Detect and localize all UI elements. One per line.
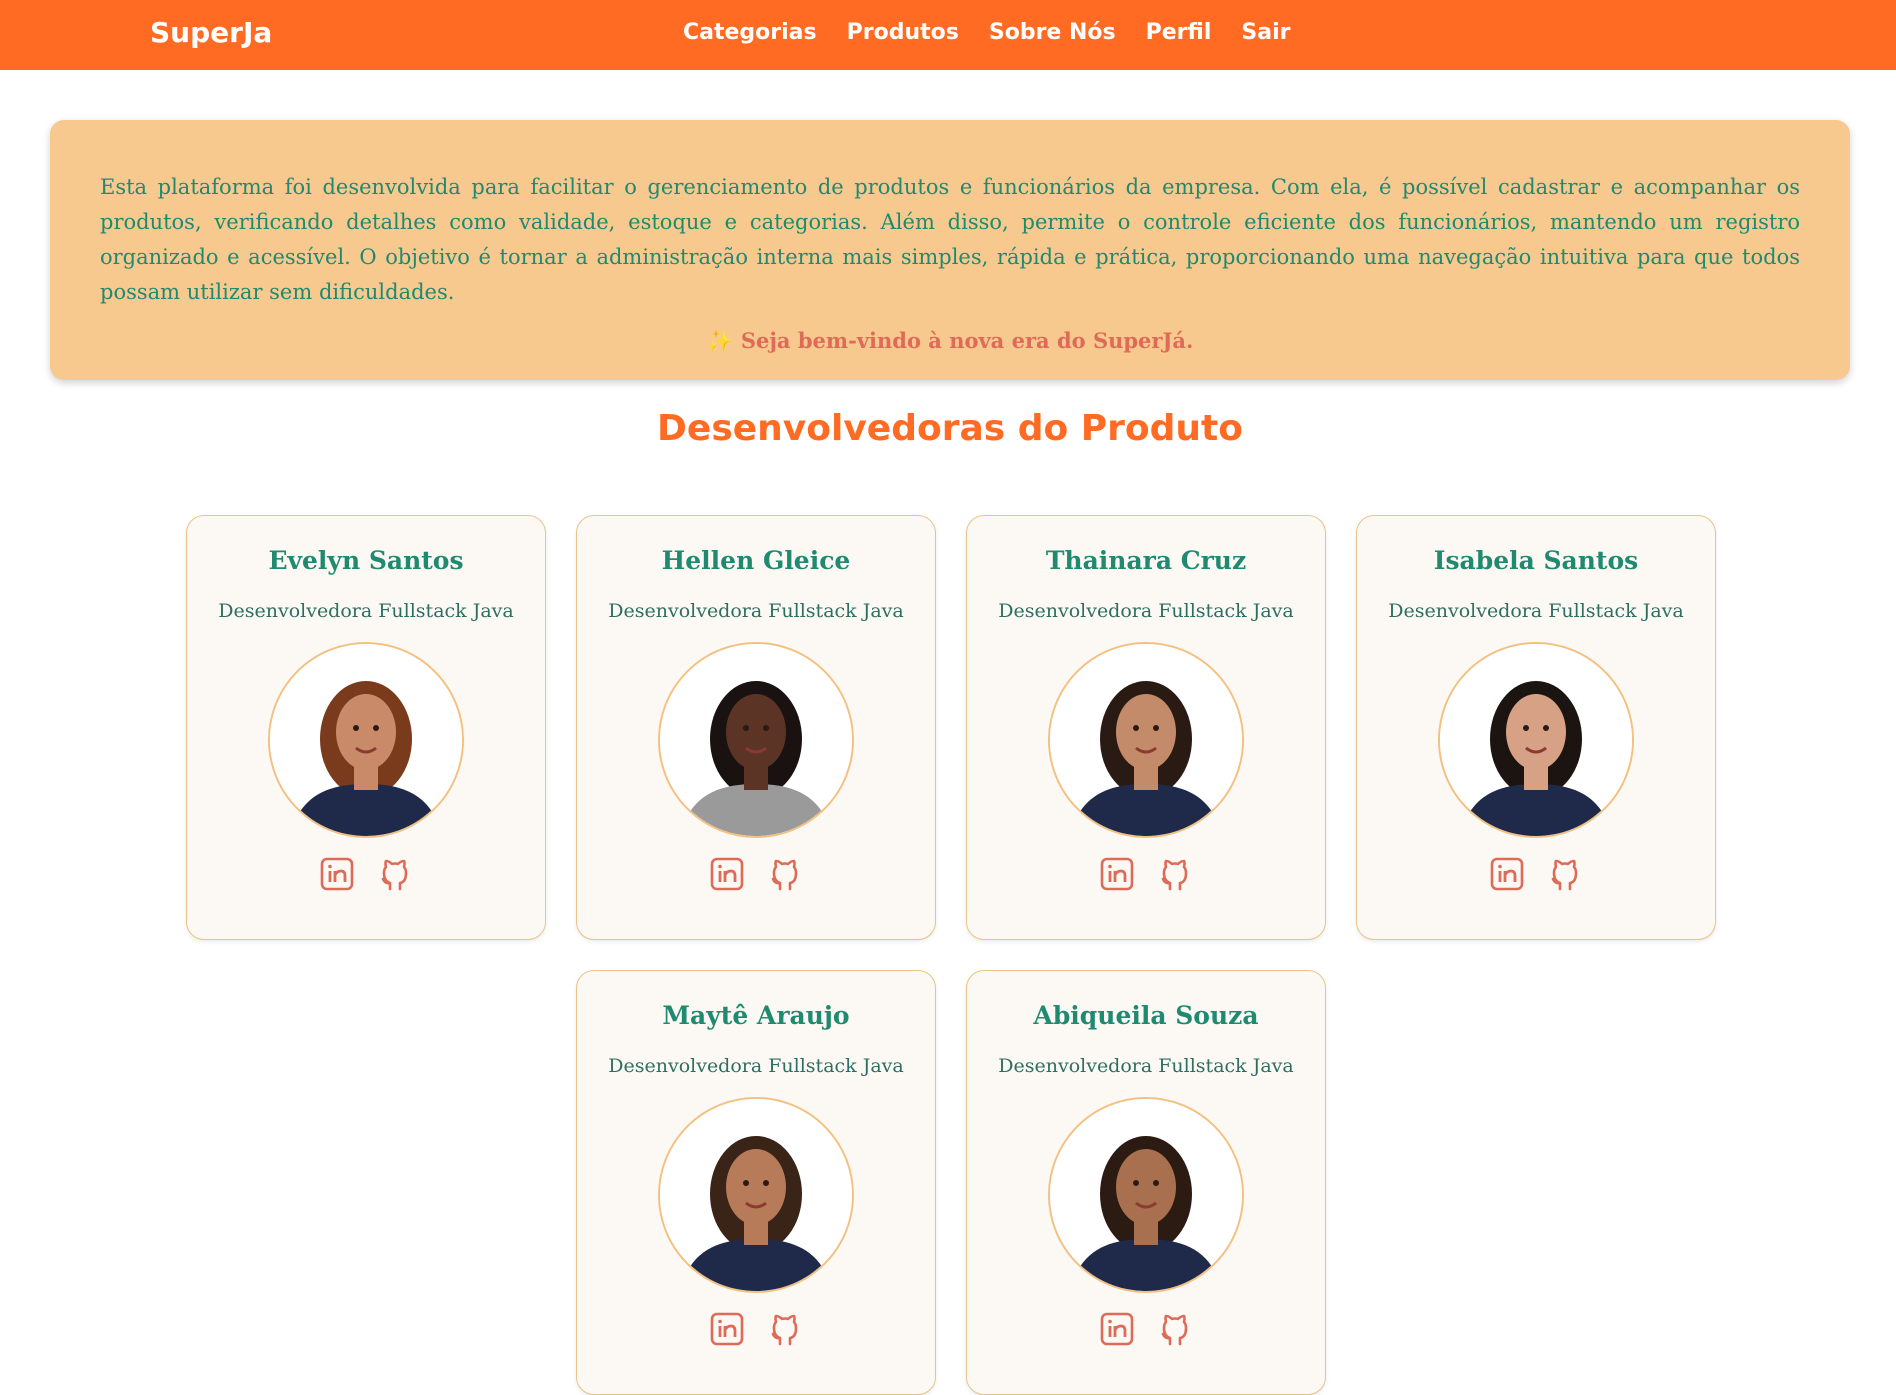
social-links [967,1311,1325,1347]
developer-photo [1048,1097,1244,1293]
github-icon[interactable] [767,1311,803,1347]
welcome-text: Seja bem-vindo à nova era do SuperJá. [740,328,1194,353]
github-icon[interactable] [1157,856,1193,892]
social-links [577,856,935,892]
developer-card: Thainara Cruz Desenvolvedora Fullstack Ja… [966,515,1326,940]
developer-photo [1048,642,1244,838]
github-icon[interactable] [1157,1311,1193,1347]
developer-name: Abiqueila Souza [1033,1001,1259,1030]
developer-card: Maytê Araujo Desenvolvedora Fullstack Jav… [576,970,936,1395]
developer-name: Evelyn Santos [268,546,464,575]
github-icon[interactable] [377,856,413,892]
developer-card: Isabela Santos Desenvolvedora Fullstack J… [1356,515,1716,940]
github-icon[interactable] [767,856,803,892]
developer-card: Abiqueila Souza Desenvolvedora Fullstack … [966,970,1326,1395]
linkedin-icon[interactable] [1099,856,1135,892]
linkedin-icon[interactable] [1489,856,1525,892]
about-box: Esta plataforma foi desenvolvida para fa… [50,120,1850,380]
linkedin-icon[interactable] [1099,1311,1135,1347]
linkedin-icon[interactable] [709,856,745,892]
developer-role: Desenvolvedora Fullstack Java [608,1055,904,1077]
developer-role: Desenvolvedora Fullstack Java [218,600,514,622]
developer-photo [268,642,464,838]
developer-name: Maytê Araujo [662,1001,850,1030]
nav-link-categorias[interactable]: Categorias [683,20,817,45]
linkedin-icon[interactable] [709,1311,745,1347]
developer-role: Desenvolvedora Fullstack Java [608,600,904,622]
developer-photo [658,642,854,838]
social-links [967,856,1325,892]
section-title: Desenvolvedoras do Produto [657,408,1243,449]
nav-links: Categorias Produtos Sobre Nós Perfil Sai… [683,20,1290,45]
developer-role: Desenvolvedora Fullstack Java [1388,600,1684,622]
developer-name: Isabela Santos [1433,546,1639,575]
developer-role: Desenvolvedora Fullstack Java [998,1055,1294,1077]
nav-link-sobre-nos[interactable]: Sobre Nós [989,20,1116,45]
developer-name: Hellen Gleice [661,546,851,575]
developer-role: Desenvolvedora Fullstack Java [998,600,1294,622]
developer-card: Hellen Gleice Desenvolvedora Fullstack Ja… [576,515,936,940]
nav-link-sair[interactable]: Sair [1241,20,1290,45]
github-icon[interactable] [1547,856,1583,892]
nav-link-produtos[interactable]: Produtos [847,20,959,45]
about-text: Esta plataforma foi desenvolvida para fa… [100,175,1800,304]
social-links [577,1311,935,1347]
sparkle-icon: ✨ [706,328,733,353]
navbar: SuperJa Categorias Produtos Sobre Nós Pe… [0,0,1896,70]
social-links [1357,856,1715,892]
social-links [187,856,545,892]
developer-card: Evelyn Santos Desenvolvedora Fullstack Ja… [186,515,546,940]
nav-link-perfil[interactable]: Perfil [1146,20,1212,45]
developer-name: Thainara Cruz [1045,546,1247,575]
developer-photo [658,1097,854,1293]
brand-logo[interactable]: SuperJa [150,16,272,49]
welcome-message: ✨ Seja bem-vindo à nova era do SuperJá. [100,328,1800,354]
linkedin-icon[interactable] [319,856,355,892]
developer-photo [1438,642,1634,838]
